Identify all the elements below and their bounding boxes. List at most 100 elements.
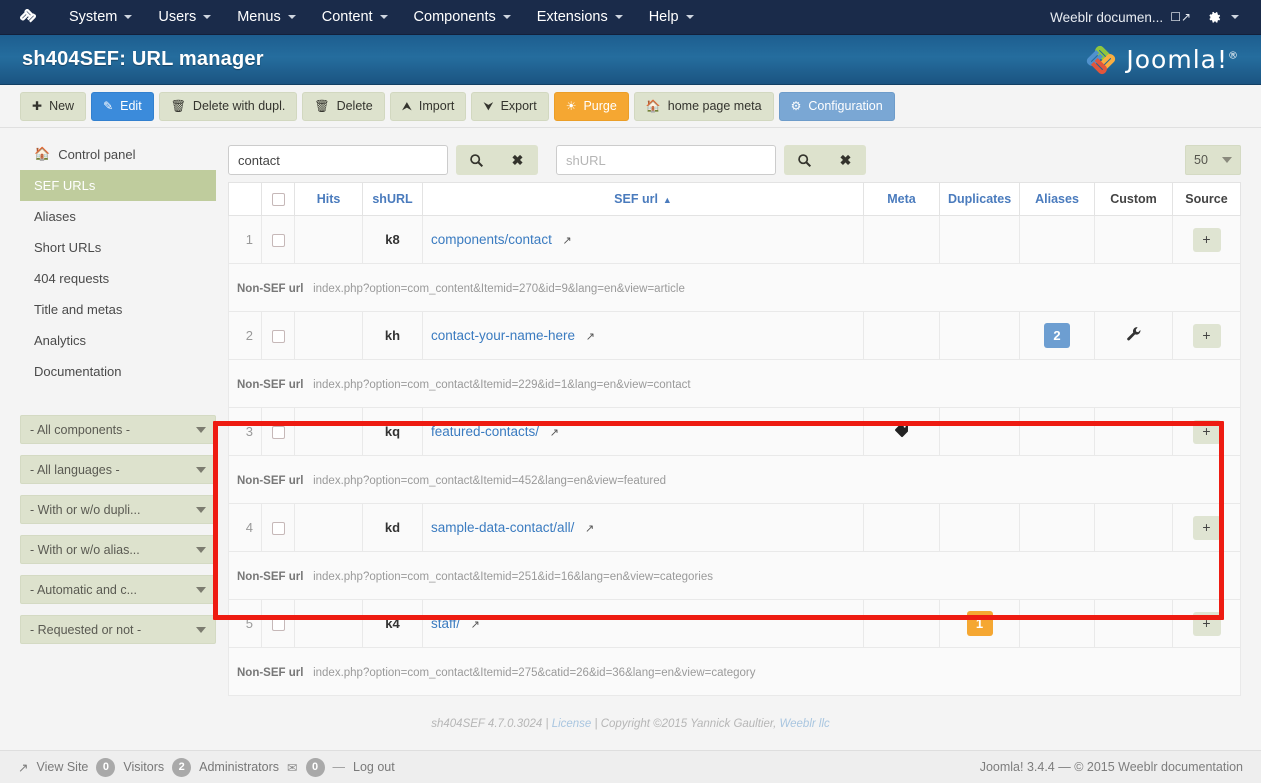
sidebar-item-control-panel[interactable]: 🏠 Control panel (20, 138, 216, 170)
shurl-search-input[interactable] (556, 145, 776, 175)
row-checkbox[interactable] (271, 426, 285, 440)
header-hits[interactable]: Hits (294, 181, 363, 217)
delete-button[interactable]: 🗑 Delete (302, 91, 385, 121)
list-limit-select[interactable]: 50 (1185, 145, 1241, 175)
header-duplicates[interactable]: Duplicates (939, 181, 1020, 217)
tag-icon[interactable] (894, 423, 909, 438)
sidebar-item-analytics[interactable]: Analytics (20, 325, 216, 356)
select-all-checkbox[interactable] (271, 193, 285, 207)
admin-settings-menu[interactable] (1201, 3, 1251, 32)
row-checkbox[interactable] (271, 522, 285, 536)
table-row[interactable]: 3 kq featured-contacts/ ↗ + (228, 407, 1241, 457)
header-num (228, 181, 262, 217)
import-button[interactable]: ⮝ Import (389, 91, 467, 121)
menu-item-menus[interactable]: Menus (224, 2, 309, 32)
sef-search-input[interactable] (228, 145, 448, 175)
download-icon: ⮟ (483, 99, 494, 113)
add-source-button[interactable]: + (1192, 227, 1221, 252)
filter-duplicates-select[interactable]: - With or w/o dupli... (20, 495, 216, 524)
view-site-link[interactable]: View Site (36, 760, 88, 774)
joomla-logo-icon[interactable] (0, 7, 56, 27)
aliases-badge[interactable]: 2 (1044, 323, 1070, 349)
search-button[interactable] (456, 145, 497, 175)
duplicates-badge[interactable]: 1 (966, 611, 993, 637)
envelope-icon[interactable]: ✉ (287, 760, 297, 775)
menu-item-extensions[interactable]: Extensions (524, 2, 636, 32)
table-row[interactable]: 2 kh contact-your-name-here ↗ 2 + (228, 311, 1241, 361)
add-source-button[interactable]: + (1192, 515, 1221, 540)
sef-url-link[interactable]: staff/ (431, 616, 460, 631)
row-select-cell[interactable] (261, 503, 295, 553)
menu-item-components[interactable]: Components (401, 2, 524, 32)
external-link-icon[interactable]: ↗ (550, 427, 559, 439)
header-aliases[interactable]: Aliases (1019, 181, 1095, 217)
sidebar-item-label: 404 requests (34, 271, 110, 286)
company-link[interactable]: Weeblr llc (779, 718, 829, 730)
gear-icon: ⚙ (790, 99, 802, 113)
external-link-icon[interactable]: ↗ (585, 523, 594, 535)
button-label: Edit (120, 99, 142, 113)
menu-label: Content (321, 9, 373, 25)
clear-search-button[interactable]: ✖ (497, 145, 538, 175)
export-button[interactable]: ⮟ Export (471, 91, 549, 121)
header-meta[interactable]: Meta (863, 181, 940, 217)
row-select-cell[interactable] (261, 407, 295, 457)
sidebar-item-aliases[interactable]: Aliases (20, 201, 216, 232)
edit-button[interactable]: ✎ Edit (91, 91, 154, 121)
row-checkbox[interactable] (271, 234, 285, 248)
status-left-group: ↗ View Site 0 Visitors 2 Administrators … (18, 757, 395, 777)
filter-automatic-select[interactable]: - Automatic and c... (20, 575, 216, 604)
menu-item-help[interactable]: Help (636, 2, 707, 32)
add-source-button[interactable]: + (1192, 419, 1221, 444)
clear-x-icon: ✖ (839, 151, 852, 168)
sidebar-item-documentation[interactable]: Documentation (20, 356, 216, 387)
new-button[interactable]: ✚ New (20, 91, 87, 121)
table-row[interactable]: 4 kd sample-data-contact/all/ ↗ + (228, 503, 1241, 553)
row-select-cell[interactable] (261, 311, 295, 361)
sidebar-item-title-and-metas[interactable]: Title and metas (20, 294, 216, 325)
shurl-clear-button[interactable]: ✖ (825, 145, 866, 175)
external-link-icon[interactable]: ↗ (471, 619, 480, 631)
table-row[interactable]: 1 k8 components/contact ↗ + (228, 215, 1241, 265)
home-page-meta-button[interactable]: 🏠 home page meta (633, 91, 774, 121)
site-name-link[interactable]: Weeblr documen... ☐↗ (1040, 3, 1201, 32)
add-source-button[interactable]: + (1192, 611, 1221, 636)
header-select-all[interactable] (261, 181, 295, 217)
logout-link[interactable]: Log out (353, 760, 395, 774)
menu-item-system[interactable]: System (56, 2, 145, 32)
row-checkbox[interactable] (271, 618, 285, 632)
sef-url-link[interactable]: contact-your-name-here (431, 328, 575, 343)
joomla-wordmark: Joomla!® (1126, 45, 1239, 74)
purge-button[interactable]: ☀ Purge (553, 91, 629, 121)
shurl-search-button[interactable] (784, 145, 825, 175)
sef-url-link[interactable]: sample-data-contact/all/ (431, 520, 574, 535)
sef-url-link[interactable]: featured-contacts/ (431, 424, 539, 439)
wrench-icon[interactable] (1126, 326, 1142, 342)
sidebar-item-404-requests[interactable]: 404 requests (20, 263, 216, 294)
sidebar-item-short-urls[interactable]: Short URLs (20, 232, 216, 263)
row-aliases (1019, 503, 1095, 553)
add-source-button[interactable]: + (1192, 323, 1221, 348)
filter-aliases-select[interactable]: - With or w/o alias... (20, 535, 216, 564)
table-row[interactable]: 5 k4 staff/ ↗ 1 + (228, 599, 1241, 649)
row-shurl: kh (362, 311, 423, 361)
menu-item-users[interactable]: Users (145, 2, 224, 32)
header-sef-url[interactable]: SEF url ▲ (422, 181, 864, 217)
row-select-cell[interactable] (261, 215, 295, 265)
sef-url-link[interactable]: components/contact (431, 232, 552, 247)
header-shurl[interactable]: shURL (362, 181, 423, 217)
filter-languages-select[interactable]: - All languages - (20, 455, 216, 484)
external-link-icon[interactable]: ↗ (586, 331, 595, 343)
menu-item-content[interactable]: Content (309, 2, 401, 32)
license-link[interactable]: License (552, 718, 592, 730)
external-link-icon[interactable]: ↗ (562, 235, 571, 247)
configuration-button[interactable]: ⚙ Configuration (778, 91, 895, 121)
filter-components-select[interactable]: - All components - (20, 415, 216, 444)
main-menu: System Users Menus Content Components Ex… (56, 2, 707, 32)
sidebar-item-sef-urls[interactable]: SEF URLs (20, 170, 216, 201)
filter-requested-select[interactable]: - Requested or not - (20, 615, 216, 644)
delete-with-duplicates-button[interactable]: 🗑 Delete with dupl. (158, 91, 298, 121)
row-select-cell[interactable] (261, 599, 295, 649)
row-checkbox[interactable] (271, 330, 285, 344)
non-sef-value: index.php?option=com_content&Itemid=270&… (313, 283, 685, 296)
